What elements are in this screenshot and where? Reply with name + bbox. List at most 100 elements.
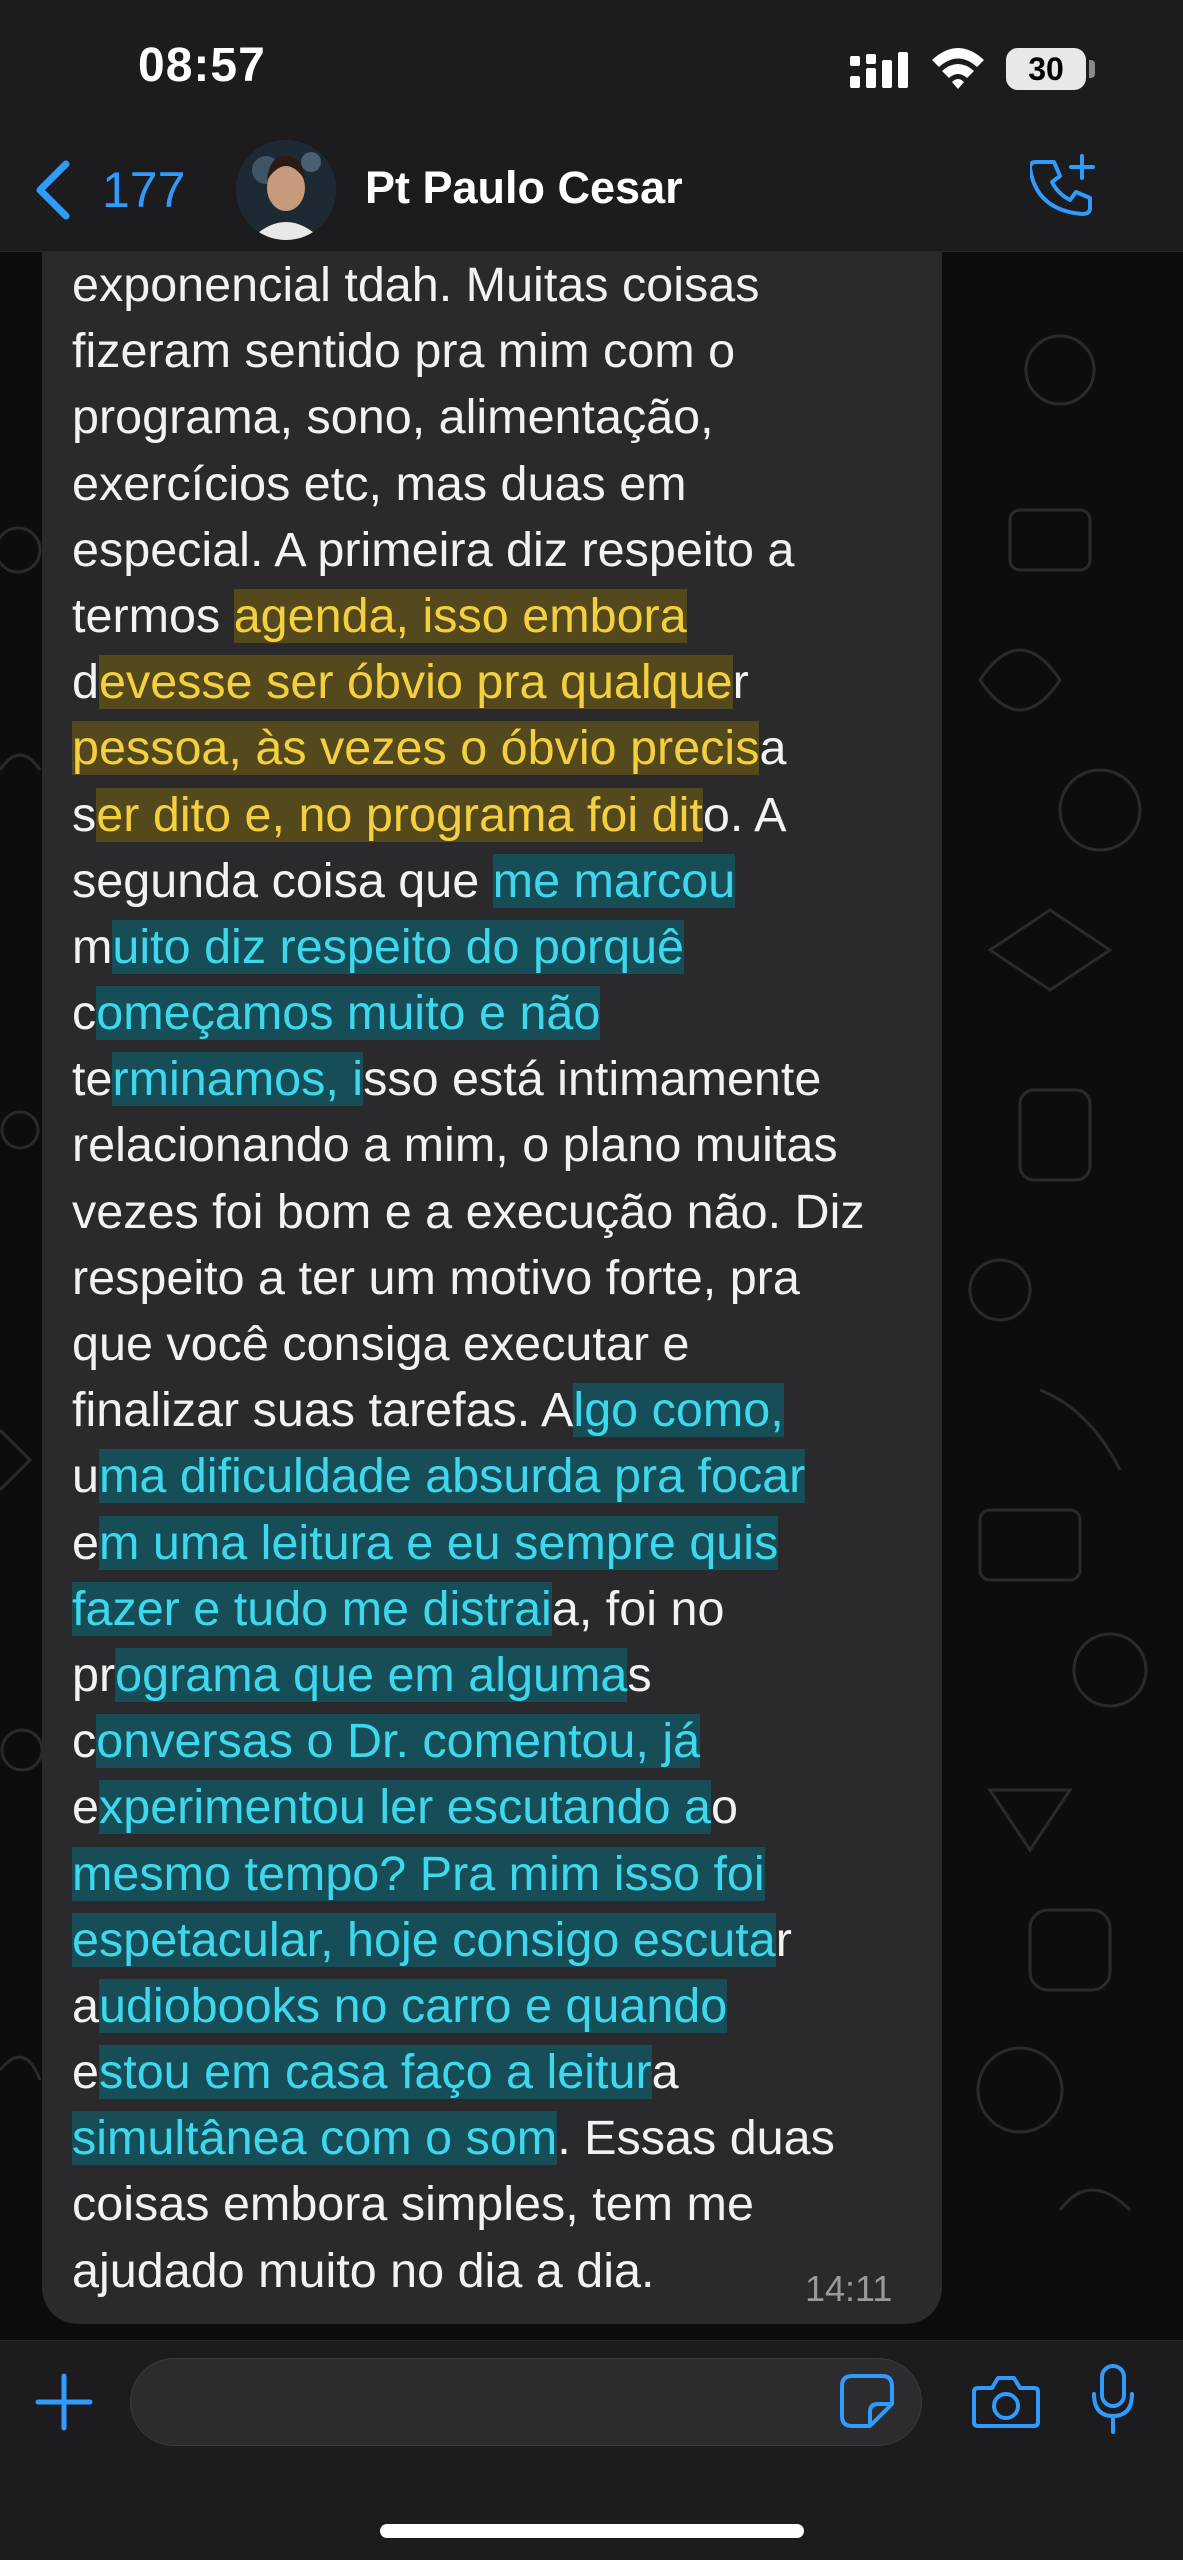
text-segment: c [72,986,97,1041]
text-segment: termos [72,588,234,643]
text-segment: e [72,1780,99,1835]
message-line: simultânea com o som. Essas duas [72,2105,932,2171]
highlight-cyan: omeçamos muito e não [96,986,601,1041]
highlight-cyan: stou em casa faço a leitur [98,2045,652,2100]
camera-icon[interactable] [972,2372,1040,2432]
text-segment: segunda coisa que [72,853,493,908]
avatar[interactable] [236,140,336,240]
text-segment: vezes foi bom e a execução não. Diz [72,1184,865,1239]
text-segment: o [711,1780,738,1835]
message-line: termos agenda, isso embora [72,583,932,649]
message-line: fazer e tudo me distraia, foi no [72,1576,932,1642]
text-segment: ajudado muito no dia a dia. [72,2243,655,2298]
highlight-cyan: lgo como, [573,1383,784,1438]
status-time: 08:57 [138,39,266,92]
text-segment: exponencial tdah. Muitas coisas [72,258,760,312]
message-line: respeito a ter um motivo forte, pra [72,1245,932,1311]
text-segment: s [627,1647,652,1702]
text-segment: pr [72,1647,116,1702]
message-line: conversas o Dr. comentou, já [72,1708,932,1774]
message-line: fizeram sentido pra mim com o [72,318,932,384]
message-line: exercícios etc, mas duas em [72,451,932,517]
chevron-left-icon [36,160,70,220]
battery-cap [1089,60,1095,78]
message-line: audiobooks no carro e quando [72,1973,932,2039]
message-line: programa, sono, alimentação, [72,384,932,450]
wifi-icon [932,48,984,89]
back-button[interactable]: 177 [30,150,185,230]
highlight-cyan: m uma leitura e eu sempre quis [98,1515,779,1570]
message-line: relacionando a mim, o plano muitas [72,1112,932,1178]
message-line: experimentou ler escutando ao [72,1774,932,1840]
microphone-icon[interactable] [1088,2362,1138,2438]
message-line: finalizar suas tarefas. Algo como, [72,1377,932,1443]
message-line: programa que em algumas [72,1642,932,1708]
home-indicator [380,2524,804,2538]
message-line: devesse ser óbvio pra qualquer [72,649,932,715]
phone-plus-icon[interactable] [1030,152,1100,222]
highlight-cyan: espetacular, hoje consigo escuta [72,1912,776,1967]
highlight-cyan: onversas o Dr. comentou, já [96,1714,701,1769]
sticker-icon[interactable] [838,2372,896,2430]
highlight-cyan: uito diz respeito do porquê [112,919,685,974]
text-segment: c [72,1714,97,1769]
text-segment: sso está intimamente [363,1052,822,1107]
text-segment: te [72,1052,113,1107]
plus-icon[interactable] [34,2372,94,2432]
message-line: uma dificuldade absurda pra focar [72,1443,932,1509]
highlight-yellow: pessoa, às vezes o óbvio precis [72,721,760,776]
text-segment: respeito a ter um motivo forte, pra [72,1250,800,1305]
text-segment: especial. A primeira diz respeito a [72,522,795,577]
navigation-header: 08:57 30 177 Pt Paulo Cesar [0,0,1183,252]
highlight-cyan: simultânea com o som [72,2111,558,2166]
text-segment: o. A [702,787,787,842]
highlight-cyan: fazer e tudo me distrai [72,1581,552,1636]
text-segment: e [72,2045,99,2100]
text-segment: a [759,721,787,776]
message-line: ser dito e, no programa foi dito. A [72,782,932,848]
text-segment: s [72,787,97,842]
text-segment: r [732,655,749,710]
signal-icon [850,52,908,88]
contact-name[interactable]: Pt Paulo Cesar [365,162,683,214]
message-line: exponencial tdah. Muitas coisas [72,252,932,318]
text-segment: coisas embora simples, tem me [72,2177,754,2232]
message-line: espetacular, hoje consigo escutar [72,1907,932,1973]
message-line: em uma leitura e eu sempre quis [72,1510,932,1576]
highlight-yellow: agenda, isso embora [233,588,687,643]
message-line: muito diz respeito do porquê [72,914,932,980]
text-segment: d [72,655,99,710]
text-segment: relacionando a mim, o plano muitas [72,1118,838,1173]
message-line: ajudado muito no dia a dia. [72,2238,932,2304]
message-line: terminamos, isso está intimamente [72,1046,932,1112]
text-segment: que você consiga executar e [72,1317,690,1371]
message-line: pessoa, às vezes o óbvio precisa [72,715,932,781]
highlight-cyan: ma dificuldade absurda pra focar [98,1449,806,1504]
highlight-cyan: me marcou [492,853,736,908]
text-segment: fizeram sentido pra mim com o [72,324,736,379]
message-input[interactable] [130,2358,922,2446]
message-line: mesmo tempo? Pra mim isso foi [72,1841,932,1907]
highlight-yellow: evesse ser óbvio pra qualque [98,655,733,710]
message-line: estou em casa faço a leitura [72,2039,932,2105]
text-segment: a [651,2045,679,2100]
highlight-cyan: mesmo tempo? Pra mim isso foi [72,1846,765,1901]
message-text: exponencial tdah. Muitas coisas fizeram s… [72,252,932,2304]
message-time: 14:11 [805,2268,893,2309]
message-line: vezes foi bom e a execução não. Diz [72,1179,932,1245]
unread-count: 177 [102,162,186,218]
message-line: segunda coisa que me marcou [72,848,932,914]
text-segment: a, foi no [551,1581,725,1636]
highlight-cyan: xperimentou ler escutando a [98,1780,711,1835]
battery-icon: 30 [1006,48,1086,90]
text-segment: e [72,1515,99,1570]
avatar-photo [236,140,336,240]
message-line: coisas embora simples, tem me [72,2171,932,2237]
message-line: especial. A primeira diz respeito a [72,517,932,583]
message-line: que você consiga executar e [72,1311,932,1377]
text-segment: finalizar suas tarefas. A [72,1383,574,1438]
text-segment: m [72,919,113,974]
text-segment: r [775,1912,792,1967]
text-segment: exercícios etc, mas duas em [72,456,687,511]
text-segment: u [72,1449,99,1504]
